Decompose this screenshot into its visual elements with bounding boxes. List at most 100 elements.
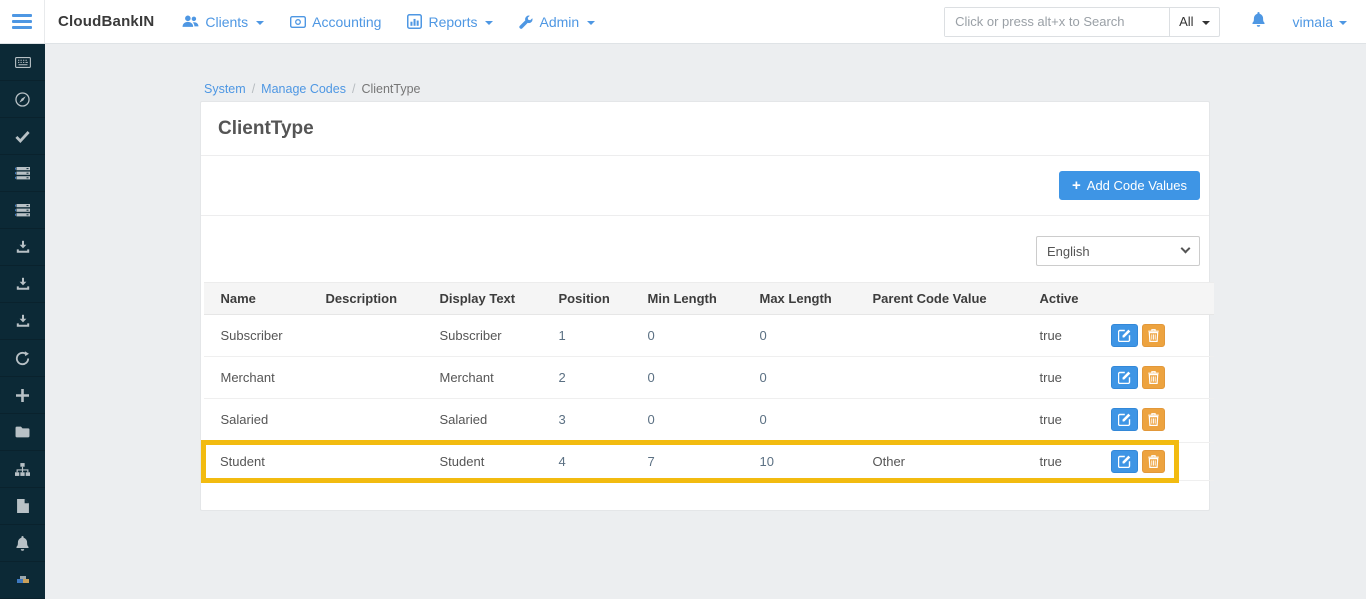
edit-button[interactable] — [1111, 450, 1138, 473]
main-nav: Clients Accounting Reports Admin — [182, 14, 595, 30]
sidebar-item-keyboard[interactable] — [0, 44, 45, 81]
keyboard-icon — [15, 57, 31, 68]
nav-item-admin[interactable]: Admin — [519, 14, 595, 30]
sidebar-item-approvals[interactable] — [0, 118, 45, 155]
icon-sidebar — [0, 44, 45, 599]
plus-icon: + — [1072, 178, 1081, 193]
hamburger-icon — [12, 14, 32, 29]
cell-parent-code-value — [865, 399, 1032, 443]
edit-button[interactable] — [1111, 408, 1138, 431]
col-header-min-length: Min Length — [640, 283, 752, 315]
bar-chart-icon — [407, 14, 422, 29]
sidebar-item-folder[interactable] — [0, 414, 45, 451]
panel-bottom-padding — [201, 483, 1209, 510]
cell-actions — [1103, 399, 1177, 443]
cell-name: Student — [204, 443, 318, 481]
download-icon — [16, 277, 30, 291]
sidebar-toggle-button[interactable] — [0, 0, 45, 43]
cell-min-length: 7 — [640, 443, 752, 481]
table-row-highlighted: Student Student 4 7 10 Other true — [204, 443, 1214, 481]
cell-position: 1 — [551, 315, 640, 357]
edit-icon — [1118, 371, 1131, 384]
main-content: System/Manage Codes/ClientType ClientTyp… — [45, 44, 1366, 599]
nav-label: Accounting — [312, 14, 381, 30]
cell-parent-code-value: Other — [865, 443, 1032, 481]
cell-name: Merchant — [204, 357, 318, 399]
username: vimala — [1293, 14, 1333, 30]
table-row: Salaried Salaried 3 0 0 true — [204, 399, 1214, 443]
delete-button[interactable] — [1142, 324, 1165, 347]
delete-button[interactable] — [1142, 366, 1165, 389]
sidebar-item-import-3[interactable] — [0, 303, 45, 340]
edit-button[interactable] — [1111, 324, 1138, 347]
breadcrumb-separator: / — [252, 82, 255, 96]
notifications-button[interactable] — [1251, 11, 1266, 32]
code-values-table: Name Description Display Text Position M… — [201, 282, 1214, 483]
breadcrumb-link-system[interactable]: System — [204, 82, 246, 96]
chevron-down-icon — [1339, 21, 1347, 25]
col-header-name: Name — [204, 283, 318, 315]
nav-label: Clients — [205, 14, 248, 30]
folder-icon — [15, 426, 30, 438]
edit-icon — [1118, 329, 1131, 342]
sidebar-item-document[interactable] — [0, 488, 45, 525]
sidebar-item-server-1[interactable] — [0, 155, 45, 192]
col-header-parent-code-value: Parent Code Value — [865, 283, 1032, 315]
add-code-values-button[interactable]: +Add Code Values — [1059, 171, 1200, 200]
sidebar-item-import-1[interactable] — [0, 229, 45, 266]
col-header-max-length: Max Length — [752, 283, 865, 315]
server-icon — [15, 204, 30, 217]
language-select[interactable]: English — [1036, 236, 1200, 266]
global-search-group: All — [944, 7, 1219, 37]
search-input[interactable] — [945, 8, 1169, 36]
cell-position: 3 — [551, 399, 640, 443]
search-scope-dropdown[interactable]: All — [1169, 8, 1218, 36]
trash-icon — [1148, 371, 1159, 384]
sidebar-item-partial[interactable] — [0, 562, 45, 599]
cell-display-text: Salaried — [432, 399, 551, 443]
cell-max-length: 0 — [752, 399, 865, 443]
trash-icon — [1148, 455, 1159, 468]
user-menu[interactable]: vimala — [1293, 14, 1347, 30]
cell-active: true — [1032, 315, 1103, 357]
cell-description — [318, 443, 432, 481]
compass-icon — [15, 92, 30, 107]
nav-item-reports[interactable]: Reports — [407, 14, 493, 30]
brand-logo: CloudBankIN — [58, 13, 154, 30]
cell-name: Salaried — [204, 399, 318, 443]
edit-button[interactable] — [1111, 366, 1138, 389]
refresh-icon — [15, 351, 30, 366]
clienttype-panel: ClientType +Add Code Values English — [200, 101, 1210, 511]
table-header-row: Name Description Display Text Position M… — [204, 283, 1214, 315]
delete-button[interactable] — [1142, 408, 1165, 431]
plus-icon — [16, 389, 29, 402]
sidebar-item-refresh[interactable] — [0, 340, 45, 377]
cell-display-text: Subscriber — [432, 315, 551, 357]
partial-icon — [16, 576, 30, 584]
delete-button[interactable] — [1142, 450, 1165, 473]
sidebar-item-sitemap[interactable] — [0, 451, 45, 488]
sidebar-item-add[interactable] — [0, 377, 45, 414]
breadcrumb-link-manage-codes[interactable]: Manage Codes — [261, 82, 346, 96]
cell-position: 2 — [551, 357, 640, 399]
cell-active: true — [1032, 443, 1103, 481]
users-icon — [182, 14, 199, 29]
cell-display-text: Merchant — [432, 357, 551, 399]
nav-item-accounting[interactable]: Accounting — [290, 14, 381, 30]
cell-active: true — [1032, 399, 1103, 443]
table-row: Merchant Merchant 2 0 0 true — [204, 357, 1214, 399]
sidebar-item-alerts[interactable] — [0, 525, 45, 562]
cell-active: true — [1032, 357, 1103, 399]
trash-icon — [1148, 329, 1159, 342]
nav-label: Admin — [539, 14, 579, 30]
trash-icon — [1148, 413, 1159, 426]
check-icon — [15, 130, 30, 143]
col-header-spacer — [1177, 283, 1214, 315]
wrench-icon — [519, 15, 533, 29]
nav-item-clients[interactable]: Clients — [182, 14, 264, 30]
panel-actions-row: +Add Code Values — [201, 156, 1209, 216]
bell-icon — [15, 535, 30, 551]
sidebar-item-import-2[interactable] — [0, 266, 45, 303]
sidebar-item-compass[interactable] — [0, 81, 45, 118]
sidebar-item-server-2[interactable] — [0, 192, 45, 229]
